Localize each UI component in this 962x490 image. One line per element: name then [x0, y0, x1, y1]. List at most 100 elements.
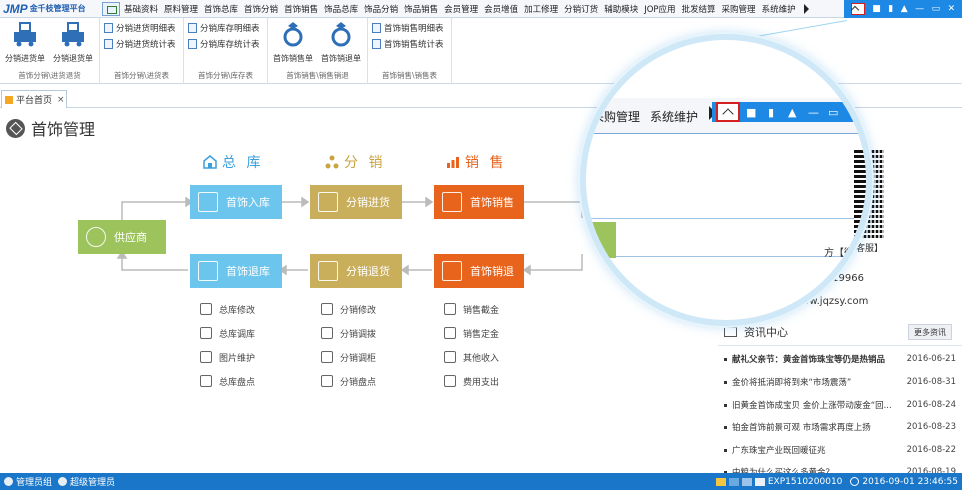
- dist-purchase-node-label: 分销进货: [346, 196, 390, 209]
- jewelry-stock-in-node[interactable]: 首饰入库: [190, 185, 282, 219]
- server-icon[interactable]: [728, 477, 739, 486]
- jewelry-sale-node[interactable]: 首饰销售: [434, 185, 524, 219]
- column-head-dist: 分 销: [325, 152, 385, 172]
- warehouse-icon: [198, 192, 218, 212]
- news-item[interactable]: 铂金首饰前景可观 市场需求再度上扬 2016-08-23: [724, 420, 956, 434]
- news-item[interactable]: 广东珠宝产业既回暖征兆 2016-08-22: [724, 443, 956, 457]
- jewelry-stock-in-label: 首饰入库: [226, 196, 270, 209]
- supplier-node[interactable]: 供应商: [78, 220, 166, 254]
- dist-counter-link[interactable]: 分销调柜: [321, 345, 376, 369]
- clipboard-icon: [442, 261, 462, 281]
- news-item[interactable]: 旧黄金首饰成宝贝 金价上涨带动废金“回... 2016-08-24: [724, 398, 956, 412]
- jewelry-return-store-node[interactable]: 首饰退库: [190, 254, 282, 288]
- dist-return-node[interactable]: 分销退货: [310, 254, 402, 288]
- arrow-head: [522, 264, 531, 276]
- warehouse-icon: [203, 155, 217, 169]
- dist-modify-label: 分销修改: [340, 305, 377, 316]
- connector-supplier-up: [121, 201, 186, 220]
- dist-inventory-link[interactable]: 分销盘点: [321, 369, 376, 393]
- clock-icon: [850, 477, 860, 486]
- news-item[interactable]: 金价将抵消即将到来“市场震荡” 2016-08-31: [724, 375, 956, 389]
- edit-icon: [200, 303, 212, 315]
- image-maintain-link[interactable]: 图片维护: [200, 345, 255, 369]
- sales-gold-cut-link[interactable]: 销售截金: [444, 297, 499, 321]
- news-item-date: 2016-08-23: [906, 422, 956, 432]
- column-head-store-label: 总 库: [222, 155, 264, 171]
- store-modify-link[interactable]: 总库修改: [200, 297, 255, 321]
- status-user: 管理员组 超级管理员: [0, 475, 115, 488]
- sales-gold-cut-label: 销售截金: [463, 305, 500, 316]
- distribution-icon: [325, 155, 339, 169]
- zoom-lock-icon: ■: [746, 106, 757, 119]
- connector-sale-customer: [524, 201, 583, 218]
- bullet-icon: [724, 448, 727, 452]
- news-icon: [724, 326, 737, 337]
- store-inventory-link[interactable]: 总库盘点: [200, 369, 255, 393]
- dist-allocate-label: 分销调拨: [340, 329, 377, 340]
- group-icon: [4, 477, 13, 486]
- status-datetime: 2016-09-01 23:46:55: [862, 476, 958, 487]
- dist-modify-link[interactable]: 分销修改: [321, 297, 376, 321]
- jewelry-sale-return-label: 首饰销退: [470, 265, 514, 278]
- inventory-icon: [321, 375, 333, 387]
- other-income-link[interactable]: 其他收入: [444, 345, 499, 369]
- clipboard-icon: [442, 192, 462, 212]
- sales-actions: 销售截金 销售定金 其他收入 费用支出: [444, 297, 499, 393]
- image-icon: [200, 351, 212, 363]
- dist-return-node-label: 分销退货: [346, 265, 390, 278]
- jewelry-sale-node-label: 首饰销售: [470, 196, 514, 209]
- user-icon: [58, 477, 68, 486]
- status-code: EXP1510200010: [767, 476, 843, 487]
- gold-icon: [444, 303, 456, 315]
- zoom-qr-caption: 方【微信客服】: [824, 248, 872, 259]
- dist-purchase-node[interactable]: 分销进货: [310, 185, 402, 219]
- other-income-label: 其他收入: [463, 353, 500, 364]
- supplier-label: 供应商: [114, 231, 147, 244]
- zoom-collapse-icon: [716, 102, 740, 122]
- store-transfer-label: 总库调库: [219, 329, 256, 340]
- store-modify-label: 总库修改: [219, 305, 256, 316]
- image-maintain-label: 图片维护: [219, 353, 256, 364]
- sales-deposit-label: 销售定金: [463, 329, 500, 340]
- zoom-menu-purchase: 采购管理: [592, 110, 641, 124]
- column-head-dist-label: 分 销: [344, 155, 386, 171]
- transfer-icon: [200, 327, 212, 339]
- ring-icon: [86, 227, 106, 247]
- news-title: 资讯中心: [744, 325, 788, 339]
- news-item-title: 旧黄金首饰成宝贝 金价上涨带动废金“回...: [732, 401, 892, 411]
- column-head-sales-label: 销 售: [465, 155, 507, 171]
- zoom-minimize-icon: —: [808, 106, 819, 119]
- sales-deposit-link[interactable]: 销售定金: [444, 321, 499, 345]
- store-transfer-link[interactable]: 总库调库: [200, 321, 255, 345]
- dist-counter-label: 分销调柜: [340, 353, 377, 364]
- dist-allocate-link[interactable]: 分销调拨: [321, 321, 376, 345]
- news-center: 资讯中心 更多资讯 献礼父亲节：黄金首饰珠宝等仍是热销品 2016-06-21 金…: [718, 318, 962, 490]
- bullet-icon: [724, 380, 727, 384]
- bullet-icon: [724, 425, 727, 429]
- zoom-message-icon: ▮: [768, 106, 775, 119]
- expense-link[interactable]: 费用支出: [444, 369, 499, 393]
- license-icon: [754, 477, 765, 486]
- printer-icon[interactable]: [741, 477, 752, 486]
- zoom-menu-system: 系统维护: [650, 110, 699, 124]
- zoom-restore-icon: ▭: [828, 106, 839, 119]
- edit-icon: [321, 303, 333, 315]
- status-group: 管理员组: [16, 478, 53, 488]
- connector-customer-down: [530, 254, 583, 271]
- more-news-button[interactable]: 更多资讯: [908, 324, 952, 340]
- zoom-magnifier: 采购管理 系统维护 ■ ▮ ▲ — ▭ 客 方【微信客服】: [580, 34, 872, 326]
- news-item-title: 献礼父亲节：黄金首饰珠宝等仍是热销品: [732, 355, 886, 365]
- connector-store-supplier: [121, 258, 188, 271]
- news-item[interactable]: 献礼父亲节：黄金首饰珠宝等仍是热销品 2016-06-21: [724, 352, 956, 366]
- dist-actions: 分销修改 分销调拨 分销调柜 分销盘点: [321, 297, 376, 393]
- jewelry-return-store-label: 首饰退库: [226, 265, 270, 278]
- transfer-icon: [321, 327, 333, 339]
- folder-icon[interactable]: [715, 477, 726, 486]
- status-bar: 管理员组 超级管理员 EXP1510200010 2016-09-01 23:4…: [0, 473, 962, 490]
- news-item-title: 广东珠宝产业既回暖征兆: [732, 446, 826, 456]
- jewelry-sale-return-node[interactable]: 首饰销退: [434, 254, 524, 288]
- counter-icon: [321, 351, 333, 363]
- news-item-date: 2016-08-31: [906, 377, 956, 387]
- zoom-customer-node: 客: [586, 222, 616, 258]
- news-item-date: 2016-08-24: [906, 400, 956, 410]
